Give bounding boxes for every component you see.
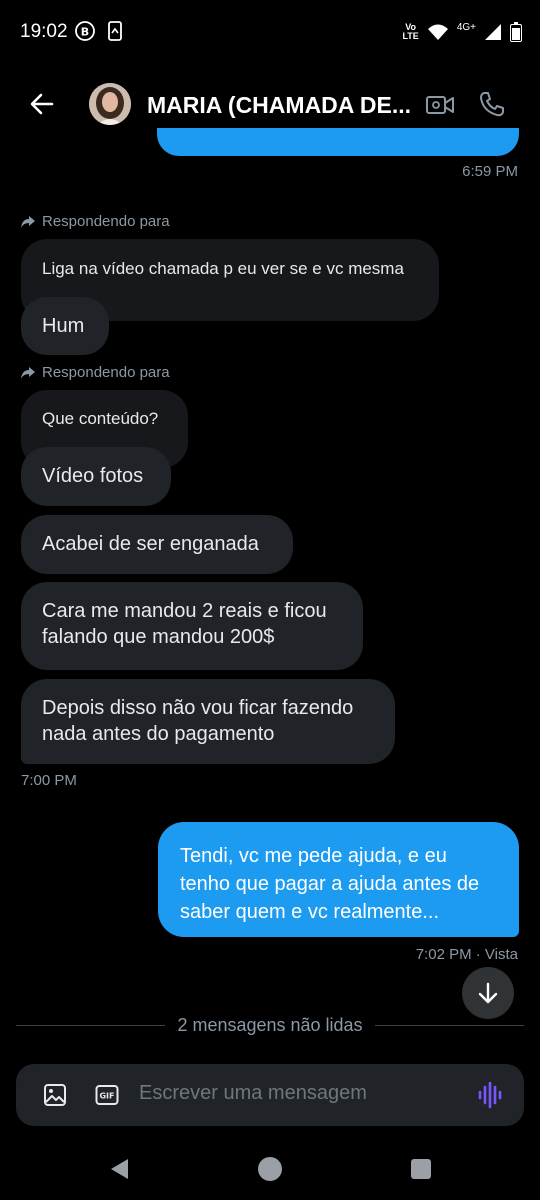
received-message-bubble[interactable]: Vídeo fotos [21,447,171,506]
status-bar: 19:02 B Vo LTE 4G+ [0,0,540,64]
signal-icon [485,24,501,40]
nav-recents-icon[interactable] [411,1159,431,1179]
page-title[interactable]: MARIA (CHAMADA DE... [147,92,415,119]
received-message-bubble[interactable]: Depois disso não vou ficar fazendo nada … [21,679,395,764]
message-timestamp: 6:59 PM [462,163,518,180]
message-status: 7:02 PM · Vista [415,946,518,963]
reply-indicator: Respondendo para [20,364,170,381]
volte-indicator: Vo LTE [402,22,419,41]
unread-label: 2 mensagens não lidas [177,1014,363,1035]
received-message-bubble[interactable]: Hum [21,297,109,355]
unread-divider: 2 mensagens não lidas [16,1012,524,1038]
gif-icon[interactable]: GIF [95,1083,119,1107]
voice-wave-icon[interactable] [476,1081,504,1109]
b-badge-icon: B [75,21,95,41]
divider-line [374,1024,524,1026]
reply-indicator: Respondendo para [20,213,170,230]
svg-text:GIF: GIF [99,1092,114,1101]
divider-line [16,1024,166,1026]
status-right: Vo LTE 4G+ [402,18,522,46]
message-input[interactable]: Escrever uma mensagem [139,1082,367,1105]
message-composer: GIF Escrever uma mensagem [16,1064,524,1126]
nav-home-icon[interactable] [258,1157,282,1181]
svg-text:B: B [81,26,89,39]
network-type: 4G+ [456,21,476,33]
battery-icon [510,22,522,42]
video-call-icon[interactable] [425,92,455,118]
phone-link-icon [108,21,122,41]
avatar[interactable] [89,83,131,125]
nav-back-icon[interactable] [108,1157,132,1181]
phone-icon[interactable] [478,90,506,118]
wifi-icon [427,24,448,40]
reply-arrow-icon [21,366,35,379]
image-icon[interactable] [43,1083,67,1107]
reply-arrow-icon [21,215,35,228]
status-time: 19:02 [20,21,68,42]
sent-message-bubble-partial[interactable] [157,128,519,156]
arrow-down-icon [478,982,498,1004]
sent-message-bubble[interactable]: Tendi, vc me pede ajuda, e eu tenho que … [158,822,519,937]
message-timestamp: 7:00 PM [21,772,77,789]
back-arrow-icon[interactable] [28,90,56,118]
received-message-bubble[interactable]: Acabei de ser enganada [21,515,293,574]
system-nav-bar [0,1140,540,1200]
received-message-bubble[interactable]: Cara me mandou 2 reais e ficou falando q… [21,582,363,670]
